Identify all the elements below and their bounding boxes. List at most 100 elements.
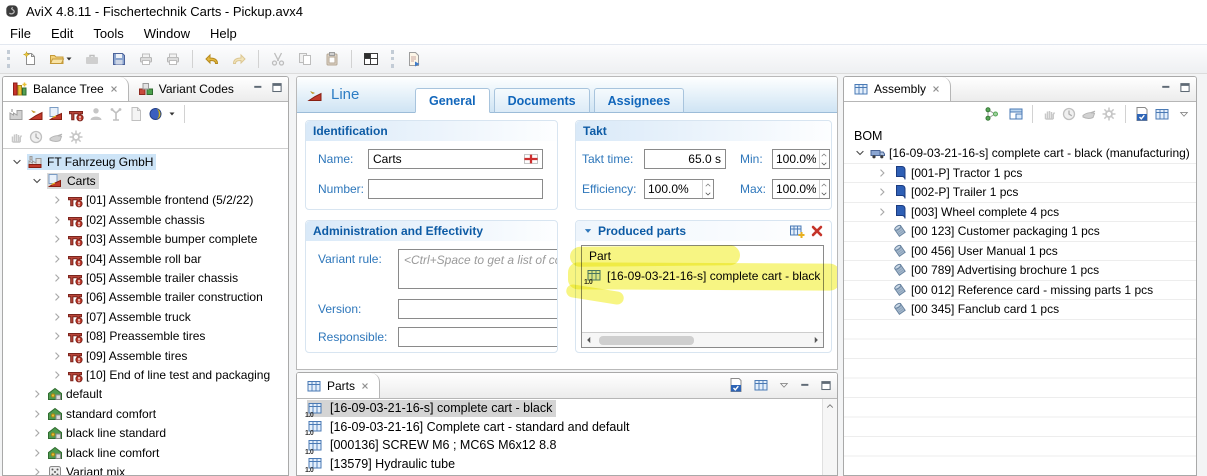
responsible-field[interactable] — [398, 327, 558, 347]
spin-down-icon[interactable] — [820, 160, 828, 168]
variant-rule-field[interactable]: <Ctrl+Space to get a list of co — [398, 249, 558, 289]
tree-item-carts[interactable]: Carts — [3, 171, 288, 190]
variant-dropdown-icon[interactable] — [168, 110, 176, 118]
number-field[interactable] — [368, 179, 543, 199]
parts-view-icon[interactable] — [1154, 106, 1170, 122]
open-file-dropdown-icon[interactable] — [65, 55, 73, 63]
tab-parts[interactable]: Parts — [297, 373, 380, 398]
version-field[interactable] — [398, 299, 558, 319]
part-column-header[interactable]: Part — [589, 249, 611, 263]
chevron-right-icon[interactable] — [51, 350, 63, 362]
chevron-right-icon[interactable] — [51, 330, 63, 342]
bom-root-row[interactable]: [16-09-03-21-16-s] complete cart - black… — [844, 144, 1196, 164]
tree-item-station[interactable]: [03] Assemble bumper complete — [3, 230, 288, 249]
scrollbar-thumb[interactable] — [599, 336, 694, 345]
tree-item-variant[interactable]: black line comfort — [3, 443, 288, 462]
chevron-right-icon[interactable] — [31, 427, 43, 439]
spin-up-icon[interactable] — [820, 181, 828, 189]
tree-item-station[interactable]: [09] Assemble tires — [3, 346, 288, 365]
collapse-icon[interactable] — [583, 226, 593, 236]
tab-variant-codes[interactable]: Variant Codes — [129, 77, 243, 101]
variant-globe-icon[interactable] — [148, 106, 164, 122]
menu-file[interactable]: File — [0, 24, 41, 43]
add-ramp-icon[interactable] — [48, 106, 64, 122]
add-station-icon[interactable] — [68, 106, 84, 122]
spin-down-icon[interactable] — [704, 190, 712, 198]
tree-item-station[interactable]: [08] Preassemble tires — [3, 327, 288, 346]
vertical-scrollbar[interactable] — [822, 399, 837, 475]
chevron-right-icon[interactable] — [51, 194, 63, 206]
tab-general[interactable]: General — [415, 88, 490, 113]
validate-icon[interactable] — [1134, 106, 1150, 122]
tab-documents[interactable]: Documents — [494, 88, 590, 113]
part-list-item[interactable]: 1.0 [000136] SCREW M6 ; MC6S M6x12 8.8 — [297, 436, 822, 455]
chevron-right-icon[interactable] — [31, 466, 43, 476]
tab-balance-tree[interactable]: Balance Tree — [3, 77, 129, 101]
tree-item-variant[interactable]: black line standard — [3, 423, 288, 442]
chevron-right-icon[interactable] — [31, 447, 43, 459]
maximize-icon[interactable] — [1179, 81, 1191, 93]
min-stepper[interactable] — [772, 149, 830, 169]
scroll-left-icon[interactable] — [584, 335, 594, 345]
tab-assignees[interactable]: Assignees — [594, 88, 685, 113]
minimize-icon[interactable] — [1160, 81, 1172, 93]
bom-row[interactable]: [001-P] Tractor 1 pcs — [844, 164, 1196, 184]
view-menu-icon[interactable] — [778, 379, 790, 391]
minimize-icon[interactable] — [799, 379, 811, 391]
save-icon[interactable] — [111, 51, 127, 67]
hierarchy-icon[interactable] — [984, 106, 1000, 122]
tree-item-station[interactable]: [01] Assemble frontend (5/2/22) — [3, 191, 288, 210]
scroll-right-icon[interactable] — [811, 335, 821, 345]
maximize-icon[interactable] — [271, 81, 283, 93]
bom-row[interactable]: [00 456] User Manual 1 pcs — [844, 242, 1196, 262]
scroll-up-icon[interactable] — [825, 401, 835, 411]
chevron-right-icon[interactable] — [31, 388, 43, 400]
bom-row[interactable]: [00 012] Reference card - missing parts … — [844, 281, 1196, 301]
maximize-icon[interactable] — [820, 379, 832, 391]
chevron-right-icon[interactable] — [876, 167, 888, 179]
tree-item-station[interactable]: [06] Assemble trailer construction — [3, 288, 288, 307]
tree-item-station[interactable]: [07] Assemble truck — [3, 307, 288, 326]
bom-row[interactable]: [00 345] Fanclub card 1 pcs — [844, 300, 1196, 320]
tree-item-station[interactable]: [05] Assemble trailer chassis — [3, 268, 288, 287]
validate-icon[interactable] — [728, 377, 744, 393]
close-icon[interactable] — [360, 381, 370, 391]
chevron-down-icon[interactable] — [854, 147, 866, 159]
name-field[interactable]: Carts — [368, 149, 543, 169]
tab-assembly[interactable]: Assembly — [844, 77, 951, 101]
part-list-item[interactable]: 1.0 [16-09-03-21-16] Complete cart - sta… — [297, 418, 822, 437]
add-part-icon[interactable] — [789, 223, 805, 239]
toolbar-grip[interactable] — [391, 50, 394, 68]
chevron-right-icon[interactable] — [31, 408, 43, 420]
chevron-down-icon[interactable] — [31, 175, 43, 187]
add-line-icon[interactable] — [28, 106, 44, 122]
new-file-icon[interactable] — [22, 51, 38, 67]
part-list-item[interactable]: 1.0 [16-09-03-21-16-s] complete cart - b… — [297, 399, 822, 418]
chevron-right-icon[interactable] — [51, 369, 63, 381]
spin-up-icon[interactable] — [820, 151, 828, 159]
tree-item-station[interactable]: [04] Assemble roll bar — [3, 249, 288, 268]
produced-part-row[interactable]: 1.0 [16-09-03-21-16-s] complete cart - b… — [586, 267, 820, 284]
chevron-right-icon[interactable] — [876, 186, 888, 198]
close-icon[interactable] — [931, 84, 941, 94]
toolbar-grip[interactable] — [7, 50, 10, 68]
undo-icon[interactable] — [204, 51, 220, 67]
table-view-icon[interactable] — [1008, 106, 1024, 122]
takt-time-field[interactable] — [644, 149, 726, 169]
chevron-right-icon[interactable] — [51, 214, 63, 226]
bom-row[interactable]: [00 789] Advertising brochure 1 pcs — [844, 261, 1196, 281]
bom-row[interactable]: [002-P] Trailer 1 pcs — [844, 183, 1196, 203]
tree-item-company[interactable]: FT Fahrzeug GmbH — [3, 152, 288, 171]
menu-tools[interactable]: Tools — [83, 24, 133, 43]
part-list-item[interactable] — [297, 473, 822, 475]
chevron-right-icon[interactable] — [51, 233, 63, 245]
tree-item-station[interactable]: [10] End of line test and packaging — [3, 365, 288, 384]
chevron-right-icon[interactable] — [51, 291, 63, 303]
spin-up-icon[interactable] — [704, 181, 712, 189]
perspective-icon[interactable] — [363, 51, 379, 67]
tree-item-variant[interactable]: standard comfort — [3, 404, 288, 423]
horizontal-scrollbar[interactable] — [582, 332, 823, 347]
view-menu-icon[interactable] — [1178, 108, 1190, 120]
minimize-icon[interactable] — [252, 81, 264, 93]
menu-window[interactable]: Window — [134, 24, 200, 43]
